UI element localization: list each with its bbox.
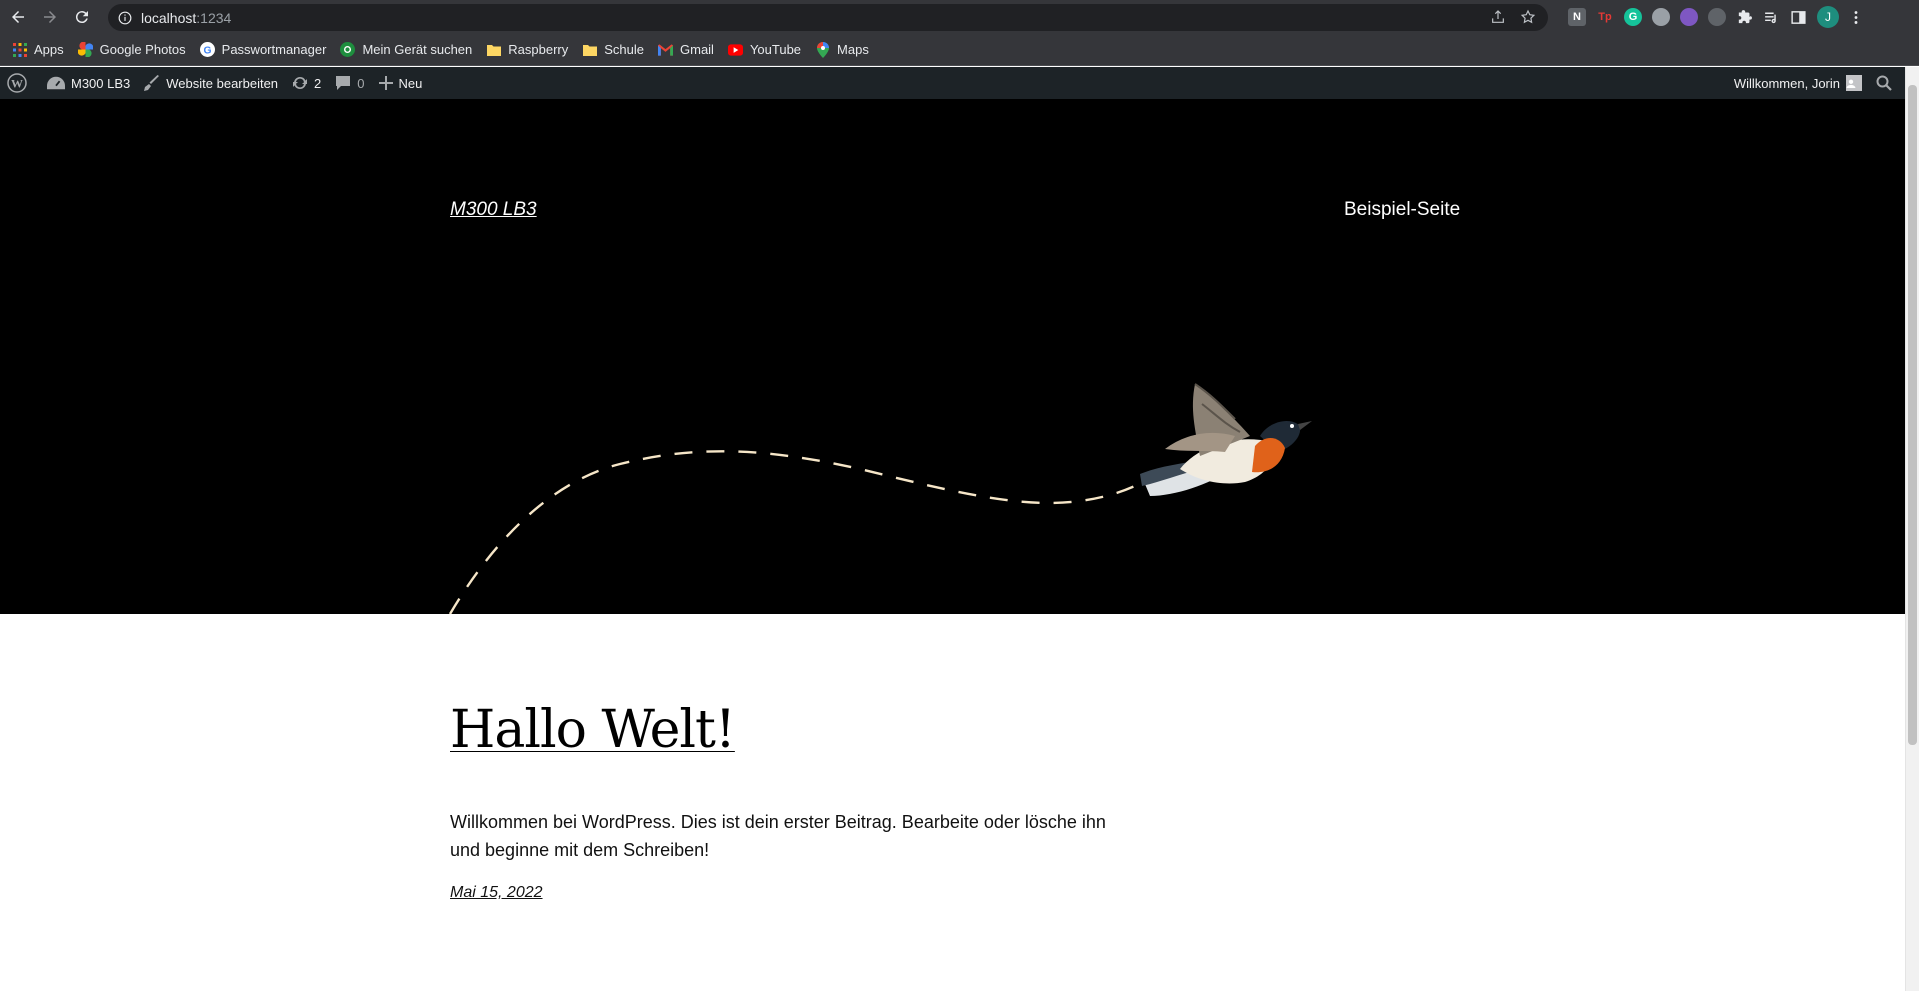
grammarly-icon[interactable]: G	[1624, 8, 1642, 26]
folder-icon	[582, 42, 597, 57]
page-scrollbar[interactable]	[1905, 67, 1919, 991]
adminbar-search[interactable]	[1869, 67, 1905, 99]
google-icon: G	[199, 42, 215, 57]
bookmark-label: Passwortmanager	[221, 42, 327, 57]
scrollbar-thumb[interactable]	[1908, 85, 1917, 745]
bookmark-passwortmanager[interactable]: G Passwortmanager	[199, 42, 327, 57]
url-text: localhost:1234	[141, 9, 232, 26]
adminbar-edit-site[interactable]: Website bearbeiten	[137, 67, 285, 99]
folder-icon	[486, 42, 501, 57]
find-device-icon	[340, 42, 356, 57]
bookmark-label: Mein Gerät suchen	[362, 42, 473, 57]
wp-admin-bar: W M300 LB3 Website bearbeiten 2 0 Neu Wi…	[0, 67, 1905, 99]
youtube-icon	[727, 42, 743, 57]
arrow-left-icon	[12, 11, 24, 23]
adminbar-new-label: Neu	[398, 75, 423, 91]
wp-logo-menu[interactable]: W	[0, 67, 40, 99]
plus-icon	[378, 76, 393, 90]
bookmark-google-photos[interactable]: Google Photos	[77, 42, 186, 57]
post-title-link[interactable]: Hallo Welt!	[450, 700, 736, 760]
extension-purple-icon[interactable]	[1680, 8, 1698, 26]
dashboard-gauge-icon	[47, 76, 65, 90]
star-icon[interactable]	[1520, 9, 1536, 25]
bookmark-find-device[interactable]: Mein Gerät suchen	[340, 42, 472, 57]
bookmark-label: YouTube	[749, 42, 802, 57]
bookmark-folder-raspberry[interactable]: Raspberry	[486, 42, 568, 57]
brush-icon	[144, 75, 160, 91]
site-header: M300 LB3 Beispiel-Seite	[0, 99, 1905, 614]
menu-dots-icon[interactable]	[1849, 9, 1863, 26]
bookmark-label: Schule	[604, 42, 644, 57]
bookmarks-bar: Apps Google Photos G Passwortmanager Mei…	[0, 34, 1919, 66]
bookmark-label: Raspberry	[508, 42, 569, 57]
info-icon	[118, 11, 132, 24]
wordpress-logo-icon: W	[7, 73, 27, 93]
bookmark-label: Maps	[837, 42, 869, 57]
adminbar-comments[interactable]: 0	[328, 67, 371, 99]
bookmark-label: Google Photos	[99, 42, 186, 57]
bookmark-maps[interactable]: Maps	[815, 41, 869, 58]
arrow-right-icon	[44, 11, 56, 23]
gmail-icon	[658, 42, 673, 57]
greeting-text: Willkommen, Jorin	[1733, 75, 1840, 91]
reading-list-icon[interactable]	[1763, 9, 1780, 26]
extension-gauge-icon[interactable]	[1652, 8, 1670, 26]
svg-text:W: W	[11, 77, 23, 91]
user-avatar-icon	[1846, 75, 1862, 91]
browser-toolbar: localhost:1234 N Tp G J	[0, 0, 1919, 34]
profile-avatar[interactable]: J	[1817, 6, 1839, 28]
back-button[interactable]	[4, 3, 32, 31]
post-date-link[interactable]: Mai 15, 2022	[450, 884, 543, 902]
search-icon	[1876, 75, 1892, 91]
adminbar-site-name[interactable]: M300 LB3	[40, 67, 137, 99]
extension-n-icon[interactable]: N	[1568, 8, 1586, 26]
share-icon[interactable]	[1490, 9, 1506, 25]
svg-text:G: G	[203, 45, 211, 56]
reload-icon	[75, 11, 88, 24]
bookmark-gmail[interactable]: Gmail	[658, 42, 714, 57]
maps-icon	[815, 41, 830, 58]
reload-button[interactable]	[68, 3, 96, 31]
adminbar-site-name-label: M300 LB3	[71, 75, 131, 91]
puzzle-icon[interactable]	[1736, 9, 1753, 26]
adminbar-updates[interactable]: 2	[285, 67, 328, 99]
bookmark-youtube[interactable]: YouTube	[727, 42, 802, 57]
adminbar-new[interactable]: Neu	[372, 67, 430, 99]
bookmark-label: Apps	[34, 42, 64, 57]
apps-grid-icon	[12, 42, 27, 57]
extension-grey-icon[interactable]	[1708, 8, 1726, 26]
updates-icon	[293, 77, 308, 89]
address-bar[interactable]: localhost:1234	[108, 4, 1548, 31]
bookmark-folder-schule[interactable]: Schule	[582, 42, 644, 57]
flight-path-illustration	[448, 450, 1146, 614]
adminbar-my-account[interactable]: Willkommen, Jorin	[1727, 67, 1869, 99]
adminbar-edit-site-label: Website bearbeiten	[166, 75, 279, 91]
side-panel-icon[interactable]	[1790, 9, 1807, 26]
updates-count: 2	[314, 75, 322, 91]
forward-button[interactable]	[36, 3, 64, 31]
comments-count: 0	[357, 75, 365, 91]
bookmark-apps[interactable]: Apps	[12, 42, 64, 57]
extension-tp-icon[interactable]: Tp	[1596, 8, 1614, 26]
bird-illustration	[1140, 383, 1312, 496]
bookmark-label: Gmail	[680, 42, 714, 57]
post-excerpt: Willkommen bei WordPress. Dies ist dein …	[450, 812, 1106, 860]
comment-icon	[336, 76, 351, 90]
google-photos-icon	[77, 42, 93, 57]
